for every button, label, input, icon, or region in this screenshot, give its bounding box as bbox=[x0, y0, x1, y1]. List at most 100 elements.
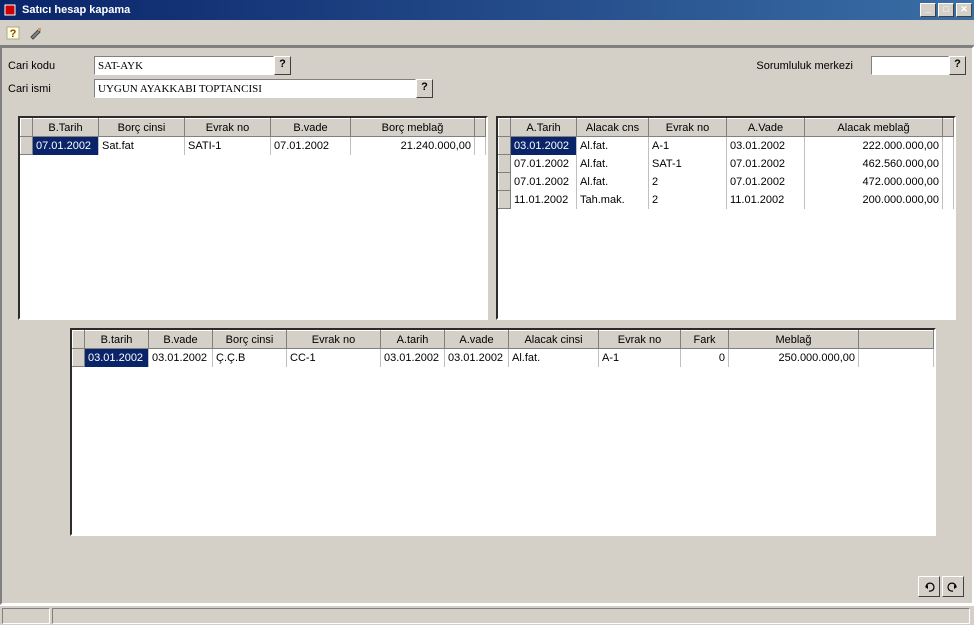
row-handle-header bbox=[21, 119, 33, 137]
borc-col-vade[interactable]: B.vade bbox=[271, 119, 351, 137]
status-cell-2 bbox=[52, 608, 970, 624]
cell-bevrak[interactable]: CC-1 bbox=[287, 349, 381, 367]
cell-meblag[interactable]: 21.240.000,00 bbox=[351, 137, 475, 155]
match-col-bcins[interactable]: Borç cinsi bbox=[213, 331, 287, 349]
cell-tarih[interactable]: 03.01.2002 bbox=[511, 137, 577, 155]
cell-cins[interactable]: Tah.mak. bbox=[577, 191, 649, 209]
titlebar: Satıcı hesap kapama _ □ ✕ bbox=[0, 0, 974, 20]
cell-vade[interactable]: 07.01.2002 bbox=[727, 155, 805, 173]
cari-ismi-label: Cari ismi bbox=[8, 83, 94, 95]
cari-kodu-lookup-button[interactable]: ? bbox=[274, 56, 291, 75]
cell-vade[interactable]: 11.01.2002 bbox=[727, 191, 805, 209]
row-handle[interactable] bbox=[21, 137, 33, 155]
row-handle[interactable] bbox=[73, 349, 85, 367]
cell-evrak[interactable]: 2 bbox=[649, 173, 727, 191]
cell-vade[interactable]: 07.01.2002 bbox=[271, 137, 351, 155]
cell-evrak[interactable]: A-1 bbox=[649, 137, 727, 155]
cari-kodu-label: Cari kodu bbox=[8, 60, 94, 72]
row-handle[interactable] bbox=[499, 155, 511, 173]
cell-tarih[interactable]: 07.01.2002 bbox=[33, 137, 99, 155]
cari-kodu-input[interactable] bbox=[94, 56, 274, 75]
cell-meblag[interactable]: 222.000.000,00 bbox=[805, 137, 943, 155]
alacak-col-vade[interactable]: A.Vade bbox=[727, 119, 805, 137]
table-row[interactable]: 11.01.2002Tah.mak.211.01.2002200.000.000… bbox=[499, 191, 954, 209]
cell-atarih[interactable]: 03.01.2002 bbox=[381, 349, 445, 367]
borc-grid[interactable]: B.Tarih Borç cinsi Evrak no B.vade Borç … bbox=[18, 116, 488, 320]
cell-evrak[interactable]: SAT-1 bbox=[649, 155, 727, 173]
alacak-col-evrak[interactable]: Evrak no bbox=[649, 119, 727, 137]
alacak-grid[interactable]: A.Tarih Alacak cns Evrak no A.Vade Alaca… bbox=[496, 116, 956, 320]
table-row[interactable]: 03.01.2002Al.fat.A-103.01.2002222.000.00… bbox=[499, 137, 954, 155]
cell-cins[interactable]: Al.fat. bbox=[577, 155, 649, 173]
cell-acins[interactable]: Al.fat. bbox=[509, 349, 599, 367]
cell-meblag[interactable]: 462.560.000,00 bbox=[805, 155, 943, 173]
cari-ismi-input[interactable] bbox=[94, 79, 416, 98]
cell-tarih[interactable]: 07.01.2002 bbox=[511, 173, 577, 191]
cell-bcins[interactable]: Ç.Ç.B bbox=[213, 349, 287, 367]
cell-tarih[interactable]: 11.01.2002 bbox=[511, 191, 577, 209]
match-col-atarih[interactable]: A.tarih bbox=[381, 331, 445, 349]
match-grid[interactable]: B.tarih B.vade Borç cinsi Evrak no A.tar… bbox=[70, 328, 936, 536]
row-handle[interactable] bbox=[499, 137, 511, 155]
main-content: Cari kodu ? Sorumluluk merkezi ? Cari is… bbox=[0, 46, 974, 605]
alacak-col-meblag[interactable]: Alacak meblağ bbox=[805, 119, 943, 137]
match-col-acins[interactable]: Alacak cinsi bbox=[509, 331, 599, 349]
cell-evrak[interactable]: 2 bbox=[649, 191, 727, 209]
toolbar: ? bbox=[0, 20, 974, 46]
cari-ismi-lookup-button[interactable]: ? bbox=[416, 79, 433, 98]
borc-col-spacer bbox=[475, 119, 486, 137]
row-handle[interactable] bbox=[499, 173, 511, 191]
sorumluluk-label: Sorumluluk merkezi bbox=[756, 60, 853, 72]
alacak-col-cins[interactable]: Alacak cns bbox=[577, 119, 649, 137]
match-col-aevrak[interactable]: Evrak no bbox=[599, 331, 681, 349]
match-col-avade[interactable]: A.vade bbox=[445, 331, 509, 349]
row-handle-header bbox=[499, 119, 511, 137]
match-col-bvade[interactable]: B.vade bbox=[149, 331, 213, 349]
cell-avade[interactable]: 03.01.2002 bbox=[445, 349, 509, 367]
svg-text:?: ? bbox=[10, 28, 17, 40]
undo-button[interactable] bbox=[918, 576, 940, 597]
match-col-fark[interactable]: Fark bbox=[681, 331, 729, 349]
cell-evrak[interactable]: SATI-1 bbox=[185, 137, 271, 155]
row-handle[interactable] bbox=[499, 191, 511, 209]
cell-meblag[interactable]: 200.000.000,00 bbox=[805, 191, 943, 209]
match-col-meblag[interactable]: Meblağ bbox=[729, 331, 859, 349]
table-row[interactable]: 07.01.2002Sat.fatSATI-107.01.200221.240.… bbox=[21, 137, 486, 155]
cell-cins[interactable]: Al.fat. bbox=[577, 173, 649, 191]
cell-aevrak[interactable]: A-1 bbox=[599, 349, 681, 367]
cell-fark[interactable]: 0 bbox=[681, 349, 729, 367]
statusbar bbox=[0, 605, 974, 625]
borc-col-meblag[interactable]: Borç meblağ bbox=[351, 119, 475, 137]
cell-vade[interactable]: 03.01.2002 bbox=[727, 137, 805, 155]
borc-col-evrak[interactable]: Evrak no bbox=[185, 119, 271, 137]
cell-meblag[interactable]: 472.000.000,00 bbox=[805, 173, 943, 191]
table-row[interactable]: 07.01.2002Al.fat.SAT-107.01.2002462.560.… bbox=[499, 155, 954, 173]
sorumluluk-lookup-button[interactable]: ? bbox=[949, 56, 966, 75]
close-button[interactable]: ✕ bbox=[956, 3, 972, 17]
table-row[interactable]: 07.01.2002Al.fat.207.01.2002472.000.000,… bbox=[499, 173, 954, 191]
match-col-spacer bbox=[859, 331, 934, 349]
sorumluluk-input[interactable] bbox=[871, 56, 949, 75]
minimize-button[interactable]: _ bbox=[920, 3, 936, 17]
cell-btarih[interactable]: 03.01.2002 bbox=[85, 349, 149, 367]
cell-cins[interactable]: Sat.fat bbox=[99, 137, 185, 155]
cell-meblag[interactable]: 250.000.000,00 bbox=[729, 349, 859, 367]
alacak-col-spacer bbox=[943, 119, 954, 137]
row-handle-header bbox=[73, 331, 85, 349]
cell-bvade[interactable]: 03.01.2002 bbox=[149, 349, 213, 367]
cell-tarih[interactable]: 07.01.2002 bbox=[511, 155, 577, 173]
alacak-col-tarih[interactable]: A.Tarih bbox=[511, 119, 577, 137]
borc-col-tarih[interactable]: B.Tarih bbox=[33, 119, 99, 137]
cell-cins[interactable]: Al.fat. bbox=[577, 137, 649, 155]
match-col-bevrak[interactable]: Evrak no bbox=[287, 331, 381, 349]
help-button[interactable]: ? bbox=[2, 22, 24, 43]
cell-vade[interactable]: 07.01.2002 bbox=[727, 173, 805, 191]
tool-button-2[interactable] bbox=[25, 22, 47, 43]
app-icon bbox=[2, 2, 18, 18]
table-row[interactable]: 03.01.200203.01.2002Ç.Ç.BCC-103.01.20020… bbox=[73, 349, 934, 367]
match-col-btarih[interactable]: B.tarih bbox=[85, 331, 149, 349]
window-title: Satıcı hesap kapama bbox=[22, 4, 920, 16]
maximize-button[interactable]: □ bbox=[938, 3, 954, 17]
borc-col-cins[interactable]: Borç cinsi bbox=[99, 119, 185, 137]
redo-button[interactable] bbox=[942, 576, 964, 597]
